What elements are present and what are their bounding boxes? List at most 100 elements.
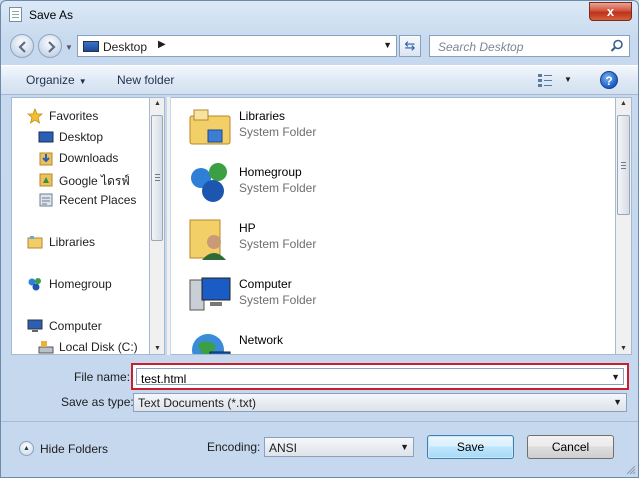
network-icon — [192, 334, 231, 354]
save-as-type-select[interactable]: Text Documents (*.txt) ▼ — [133, 393, 627, 412]
chevron-down-icon[interactable]: ▼ — [611, 372, 620, 382]
change-view-icon[interactable] — [537, 73, 553, 87]
star-icon — [27, 108, 43, 124]
file-name: Homegroup — [239, 165, 302, 179]
scroll-down-icon[interactable]: ▼ — [620, 345, 627, 352]
navigation-pane: Favorites Desktop Downloads Google ไดรฟ์… — [11, 97, 165, 355]
help-button[interactable]: ? — [600, 71, 618, 89]
scrollbar-thumb[interactable] — [151, 115, 163, 241]
new-folder-button[interactable]: New folder — [117, 73, 174, 87]
libraries-icon — [27, 236, 43, 249]
libraries-icon — [189, 109, 231, 145]
title-bar[interactable]: Save As x — [1, 1, 638, 29]
forward-button[interactable] — [38, 34, 62, 58]
nav-item-favorites[interactable]: Favorites — [12, 106, 148, 126]
computer-icon — [27, 319, 43, 332]
grip-line — [621, 165, 626, 166]
search-input[interactable]: Search Desktop — [429, 35, 630, 57]
downloads-icon — [39, 152, 53, 166]
nav-item-downloads[interactable]: Downloads — [12, 148, 148, 168]
hide-folders-label: Hide Folders — [40, 442, 109, 456]
desktop-icon — [83, 41, 99, 52]
window-title: Save As — [29, 8, 74, 22]
homegroup-icon — [28, 278, 41, 291]
user-folder-icon — [189, 219, 226, 260]
google-drive-icon — [39, 173, 53, 187]
forward-arrow-icon — [48, 41, 56, 53]
back-button[interactable] — [10, 34, 34, 58]
command-toolbar: Organize ▼ New folder ▼ ? — [1, 65, 638, 95]
computer-icon — [189, 277, 231, 311]
scrollbar-thumb[interactable] — [617, 115, 630, 215]
file-name-label: File name: — [74, 370, 131, 384]
organize-button[interactable]: Organize ▼ — [26, 73, 87, 87]
view-options-dropdown-icon[interactable]: ▼ — [564, 75, 572, 84]
breadcrumb-chevron-icon[interactable]: ▶ — [158, 39, 166, 50]
chevron-down-icon: ▼ — [400, 442, 409, 452]
file-list-scrollbar[interactable]: ▲ ▼ — [615, 97, 632, 355]
nav-item-label: Desktop — [59, 130, 104, 144]
breadcrumb-desktop[interactable]: Desktop — [103, 40, 147, 54]
nav-item-homegroup[interactable]: Homegroup — [12, 274, 148, 294]
nav-item-label: Google ไดรฟ์ — [59, 174, 130, 188]
nav-item-label: Recent Places — [59, 193, 137, 207]
file-list: Libraries System Folder Homegroup System… — [171, 97, 615, 355]
list-item[interactable]: Libraries System Folder — [183, 98, 583, 154]
cancel-button[interactable]: Cancel — [527, 435, 614, 459]
nav-item-label: Computer — [49, 319, 102, 333]
scroll-down-icon[interactable]: ▼ — [154, 345, 161, 352]
list-item[interactable]: Homegroup System Folder — [183, 154, 583, 210]
save-button[interactable]: Save — [427, 435, 514, 459]
notepad-icon — [9, 7, 22, 22]
file-name-value: test.html — [141, 372, 187, 386]
nav-item-computer[interactable]: Computer — [12, 316, 148, 336]
back-arrow-icon — [18, 41, 26, 53]
navigation-bar: ▼ Desktop ▶ ▼ ⇆ Search Desktop — [1, 31, 638, 61]
chevron-down-icon: ▼ — [78, 77, 87, 86]
nav-item-label: Favorites — [49, 109, 99, 123]
encoding-label: Encoding: — [207, 440, 261, 454]
address-dropdown-icon[interactable]: ▼ — [383, 40, 392, 50]
nav-item-desktop[interactable]: Desktop — [12, 127, 148, 147]
nav-item-label: Libraries — [49, 235, 96, 249]
file-name-field[interactable]: test.html ▼ — [136, 368, 624, 386]
search-placeholder: Search Desktop — [438, 40, 524, 54]
file-type: System Folder — [239, 293, 317, 307]
organize-label: Organize — [26, 73, 75, 87]
grip-line — [621, 162, 626, 163]
desktop-icon — [38, 131, 54, 143]
encoding-select[interactable]: ANSI ▼ — [264, 437, 414, 457]
pane-splitter[interactable] — [166, 97, 170, 355]
nav-item-libraries[interactable]: Libraries — [12, 232, 148, 252]
refresh-button[interactable]: ⇆ — [399, 35, 421, 57]
close-button[interactable]: x — [589, 2, 632, 21]
grip-line — [155, 174, 160, 175]
address-bar[interactable]: Desktop ▶ ▼ — [77, 35, 397, 57]
nav-item-google-drive[interactable]: Google ไดรฟ์ — [12, 169, 148, 189]
grip-line — [155, 180, 160, 181]
file-type: System Folder — [239, 181, 317, 195]
file-type: System Folder — [239, 125, 317, 139]
homegroup-icon — [191, 163, 227, 202]
search-icon — [610, 39, 623, 52]
local-disk-icon — [38, 341, 54, 354]
recent-pages-dropdown-icon[interactable]: ▼ — [65, 43, 73, 52]
scroll-up-icon[interactable]: ▲ — [620, 100, 627, 107]
list-item[interactable]: Computer System Folder — [183, 266, 583, 322]
nav-item-label: Downloads — [59, 151, 119, 165]
file-name: Computer — [239, 277, 292, 291]
grip-line — [155, 177, 160, 178]
nav-item-local-disk[interactable]: Local Disk (C:) — [12, 337, 148, 354]
file-name: HP — [239, 221, 256, 235]
list-item[interactable]: HP System Folder — [183, 210, 583, 266]
chevron-down-icon: ▼ — [613, 397, 622, 407]
save-as-dialog: Save As x ▼ Desktop ▶ ▼ ⇆ Search Desktop… — [0, 0, 639, 478]
resize-grip-icon[interactable] — [626, 465, 636, 475]
list-item[interactable]: Network — [183, 322, 583, 354]
footer-divider — [1, 421, 638, 422]
chevron-up-icon: ▲ — [19, 441, 34, 456]
scroll-up-icon[interactable]: ▲ — [154, 100, 161, 107]
nav-item-recent-places[interactable]: Recent Places — [12, 190, 148, 210]
nav-pane-scrollbar[interactable]: ▲ ▼ — [149, 97, 165, 355]
file-name-highlight: test.html ▼ — [131, 363, 629, 390]
